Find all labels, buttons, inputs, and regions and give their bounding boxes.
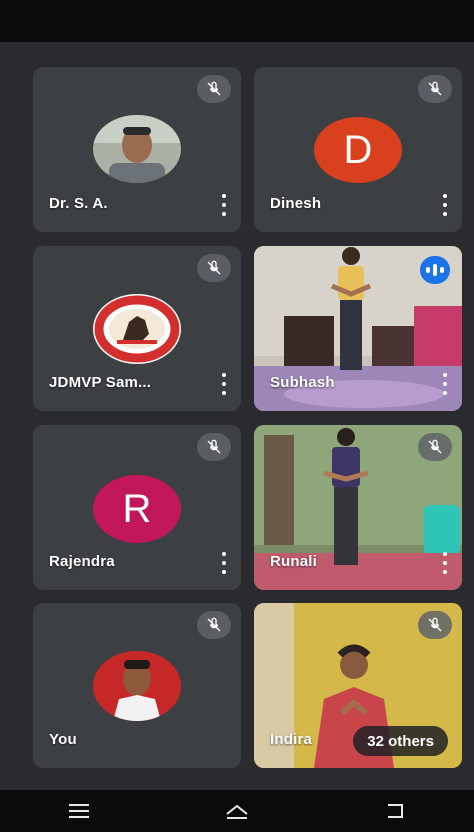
participant-grid: Dr. S. A. D Dinesh JDMVP Sam... Subhash … <box>0 42 474 790</box>
participant-name: Runali <box>270 553 318 570</box>
participant-name: You <box>49 731 77 748</box>
participant-tile-self[interactable]: You <box>33 603 241 768</box>
mic-off-icon <box>418 75 452 103</box>
participant-name: Indira <box>270 731 313 748</box>
participant-tile[interactable]: Runali <box>254 425 462 590</box>
participant-name: Subhash <box>270 374 335 391</box>
participant-name: Dinesh <box>270 195 322 212</box>
back-icon[interactable] <box>365 796 425 826</box>
home-icon[interactable] <box>207 796 267 826</box>
others-count-button[interactable]: 32 others <box>353 726 448 756</box>
participant-name: JDMVP Sam... <box>49 374 152 391</box>
participant-tile[interactable]: D Dinesh <box>254 67 462 232</box>
mic-off-icon <box>197 611 231 639</box>
menu-icon[interactable] <box>49 796 109 826</box>
mic-off-icon <box>197 254 231 282</box>
participant-tile[interactable]: JDMVP Sam... <box>33 246 241 411</box>
participant-name: Rajendra <box>49 553 115 570</box>
more-vert-icon[interactable] <box>219 373 229 395</box>
avatar <box>93 115 181 183</box>
more-vert-icon[interactable] <box>219 552 229 574</box>
mic-off-icon <box>197 75 231 103</box>
more-vert-icon[interactable] <box>440 373 450 395</box>
mic-off-icon <box>418 433 452 461</box>
status-bar <box>0 0 474 42</box>
more-vert-icon[interactable] <box>440 552 450 574</box>
mic-off-icon <box>197 433 231 461</box>
participant-name: Dr. S. A. <box>49 195 108 212</box>
participant-tile[interactable]: Dr. S. A. <box>33 67 241 232</box>
more-vert-icon[interactable] <box>219 194 229 216</box>
audio-level-icon <box>420 256 450 284</box>
mic-off-icon <box>418 611 452 639</box>
participant-tile[interactable]: Indira 32 others <box>254 603 462 768</box>
participant-tile[interactable]: R Rajendra <box>33 425 241 590</box>
participant-tile[interactable]: Subhash <box>254 246 462 411</box>
more-vert-icon[interactable] <box>440 194 450 216</box>
avatar-initial: D <box>314 117 402 183</box>
system-navigation-bar <box>0 790 474 832</box>
avatar <box>93 651 181 721</box>
organization-logo <box>93 294 181 364</box>
avatar-initial: R <box>93 475 181 543</box>
